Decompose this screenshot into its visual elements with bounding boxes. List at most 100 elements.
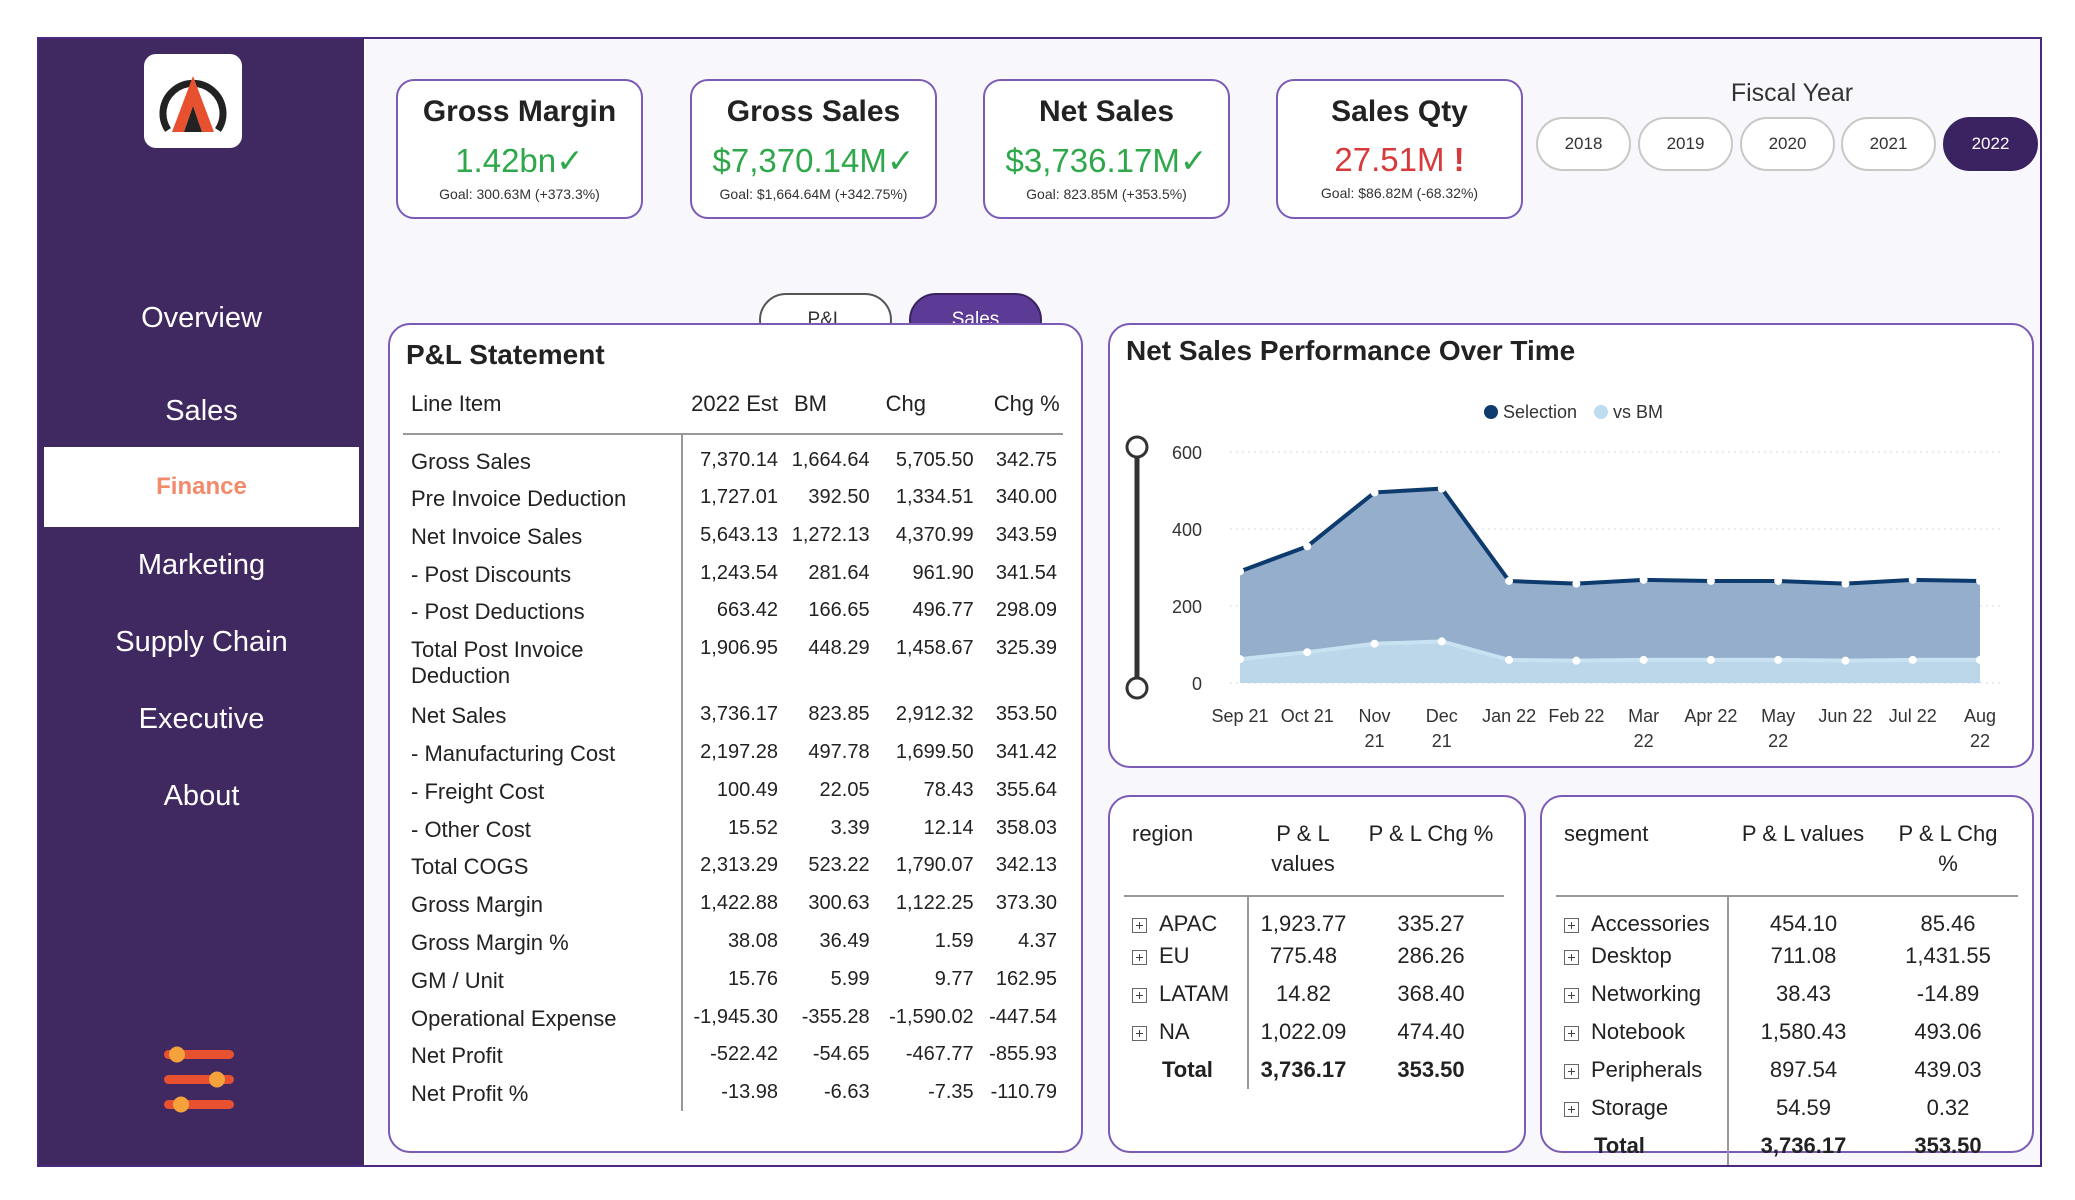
col-chg-pct[interactable]: Chg %	[979, 385, 1063, 435]
region-row[interactable]: LATAM 14.82 368.40	[1124, 975, 1504, 1013]
region-name: EU	[1159, 943, 1190, 968]
nav-about[interactable]: About	[39, 780, 364, 813]
kpi-net-sales[interactable]: Net Sales $3,736.17M✓ Goal: 823.85M (+35…	[983, 79, 1230, 219]
pl-row-pct: 342.13	[995, 854, 1057, 877]
nav-finance[interactable]: Finance	[44, 447, 359, 527]
col-pl-values[interactable]: P & L values	[1728, 811, 1878, 897]
pl-row[interactable]: - Post Deductions 663.42 166.65 496.77 298.0…	[403, 591, 1063, 630]
nav-executive[interactable]: Executive	[39, 703, 364, 736]
col-pl-chg[interactable]: P & L Chg %	[1358, 811, 1504, 897]
pl-row[interactable]: Net Sales 3,736.17 823.85 2,912.32 353.50	[403, 695, 1063, 733]
fiscal-year-title: Fiscal Year	[1730, 79, 1854, 107]
col-bm[interactable]: BM	[784, 385, 876, 435]
x-tick-label: Oct 21	[1281, 706, 1334, 726]
kpi-gross-sales[interactable]: Gross Sales $7,370.14M✓ Goal: $1,664.64M…	[690, 79, 937, 219]
segment-row[interactable]: Accessories 454.10 85.46	[1556, 896, 2018, 937]
selection-point	[1841, 579, 1850, 588]
pl-row-est: 5,643.13	[700, 523, 778, 546]
pl-row-chg: 1.59	[934, 929, 974, 952]
legend-selection-label: Selection	[1503, 402, 1577, 422]
fy-2019-button[interactable]: 2019	[1638, 117, 1733, 171]
region-row[interactable]: APAC 1,923.77 335.27	[1124, 896, 1504, 937]
region-row-pct: 335.27	[1397, 911, 1465, 936]
col-pl-values[interactable]: P & L values	[1248, 811, 1358, 897]
pl-row[interactable]: - Other Cost 15.52 3.39 12.14 358.03	[403, 808, 1063, 847]
segment-row-value: 711.08	[1770, 943, 1837, 968]
pl-row-label: Pre Invoice Deduction	[403, 478, 683, 516]
expand-plus-icon[interactable]	[1132, 949, 1147, 965]
selection-point	[1639, 575, 1648, 584]
nav-overview[interactable]: Overview	[39, 302, 364, 335]
fy-2021-button[interactable]: 2021	[1841, 117, 1936, 171]
col-est[interactable]: 2022 Est	[681, 385, 784, 435]
col-pl-chg[interactable]: P & L Chg %	[1878, 811, 2018, 897]
expand-plus-icon[interactable]	[1564, 1025, 1579, 1041]
pl-row[interactable]: GM / Unit 15.76 5.99 9.77 162.95	[403, 959, 1063, 998]
segment-name: Storage	[1591, 1095, 1669, 1120]
region-row[interactable]: EU 775.48 286.26	[1124, 937, 1504, 975]
pl-row[interactable]: Operational Expense -1,945.30 -355.28 -1,59…	[403, 997, 1063, 1036]
col-line-item[interactable]: Line Item	[403, 385, 682, 435]
pl-row-est: 3,736.17	[700, 703, 778, 726]
expand-plus-icon[interactable]	[1564, 987, 1579, 1003]
pl-row[interactable]: - Freight Cost 100.49 22.05 78.43 355.64	[403, 770, 1063, 809]
segment-row[interactable]: Desktop 711.08 1,431.55	[1556, 937, 2018, 975]
kpi-gross-margin[interactable]: Gross Margin 1.42bn✓ Goal: 300.63M (+373…	[396, 79, 643, 219]
x-tick-label: Jun 22	[1818, 706, 1872, 726]
nav-marketing[interactable]: Marketing	[39, 549, 364, 582]
pl-row[interactable]: Gross Margin % 38.08 36.49 1.59 4.37	[403, 921, 1063, 960]
pl-row[interactable]: Gross Margin 1,422.88 300.63 1,122.25 373.30	[403, 884, 1063, 922]
expand-plus-icon[interactable]	[1132, 1025, 1147, 1041]
pl-row-est: 100.49	[716, 778, 778, 801]
pl-row[interactable]: Total COGS 2,313.29 523.22 1,790.07 342.13	[403, 846, 1063, 885]
pl-row[interactable]: Gross Sales 7,370.14 1,664.64 5,705.50 342.7…	[403, 434, 1063, 478]
expand-plus-icon[interactable]	[1132, 987, 1147, 1003]
pl-row[interactable]: Total Post Invoice Deduction 1,906.95 448.…	[403, 629, 1063, 696]
segment-row[interactable]: Storage 54.59 0.32	[1556, 1089, 2018, 1127]
segment-row[interactable]: Peripherals 897.54 439.03	[1556, 1051, 2018, 1089]
col-region[interactable]: region	[1124, 811, 1248, 897]
col-segment[interactable]: segment	[1556, 811, 1728, 897]
fy-2018-button[interactable]: 2018	[1536, 117, 1631, 171]
pl-row-pct: 353.50	[995, 703, 1057, 726]
vs-bm-point	[1976, 655, 1984, 664]
y-tick-label: 0	[1192, 674, 1202, 694]
atliq-logo[interactable]	[144, 54, 242, 148]
pl-row[interactable]: Net Profit -522.42 -54.65 -467.77 -855.93	[403, 1035, 1063, 1074]
region-table-card: region P & L values P & L Chg % APAC 1,92…	[1108, 795, 1526, 1153]
vs-bm-point	[1908, 655, 1917, 664]
segment-row[interactable]: Notebook 1,580.43 493.06	[1556, 1013, 2018, 1051]
segment-row-label: Storage	[1556, 1089, 1729, 1127]
net-sales-chart-card: Net Sales Performance Over Time 0 200 400 6…	[1108, 323, 2034, 768]
expand-plus-icon[interactable]	[1564, 1063, 1579, 1079]
segment-row-label: Notebook	[1556, 1013, 1729, 1051]
nav-sales[interactable]: Sales	[39, 395, 364, 428]
pl-row[interactable]: Pre Invoice Deduction 1,727.01 392.50 1,334…	[403, 478, 1063, 516]
kpi-sales-qty[interactable]: Sales Qty 27.51M ! Goal: $86.82M (-68.32…	[1276, 79, 1523, 219]
region-row[interactable]: NA 1,022.09 474.40	[1124, 1013, 1504, 1051]
pl-row-label: Gross Margin	[403, 884, 683, 922]
expand-plus-icon[interactable]	[1564, 1101, 1579, 1117]
pl-row-bm: -355.28	[801, 1005, 870, 1028]
col-chg[interactable]: Chg	[875, 385, 980, 435]
pl-row[interactable]: - Post Discounts 1,243.54 281.64 961.90 341.…	[403, 553, 1063, 592]
pl-row-chg: 1,458.67	[895, 637, 974, 660]
fy-2020-button[interactable]: 2020	[1740, 117, 1835, 171]
segment-row[interactable]: Networking 38.43 -14.89	[1556, 975, 2018, 1013]
segment-row-value: 897.54	[1769, 1057, 1838, 1082]
filter-sliders-icon[interactable]	[159, 1042, 239, 1122]
pl-row[interactable]: Net Invoice Sales 5,643.13 1,272.13 4,370.9…	[403, 515, 1063, 554]
pl-row[interactable]: - Manufacturing Cost 2,197.28 497.78 1,699.…	[403, 732, 1063, 771]
pl-statement-title: P&L Statement	[406, 339, 605, 370]
kpi-value: $7,370.14M✓	[712, 142, 915, 179]
pl-row[interactable]: Net Profit % -13.98 -6.63 -7.35 -110.79	[403, 1073, 1063, 1111]
segment-row-pct: 493.06	[1914, 1019, 1982, 1044]
nav-supply-chain[interactable]: Supply Chain	[39, 626, 364, 659]
expand-plus-icon[interactable]	[1564, 917, 1579, 933]
check-icon: ✓	[1179, 142, 1208, 179]
kpi-goal: Goal: 823.85M (+353.5%)	[1026, 186, 1187, 202]
expand-plus-icon[interactable]	[1564, 949, 1579, 965]
expand-plus-icon[interactable]	[1132, 917, 1147, 933]
pl-row-est: -13.98	[721, 1081, 778, 1104]
fy-2022-button[interactable]: 2022	[1943, 117, 2038, 171]
